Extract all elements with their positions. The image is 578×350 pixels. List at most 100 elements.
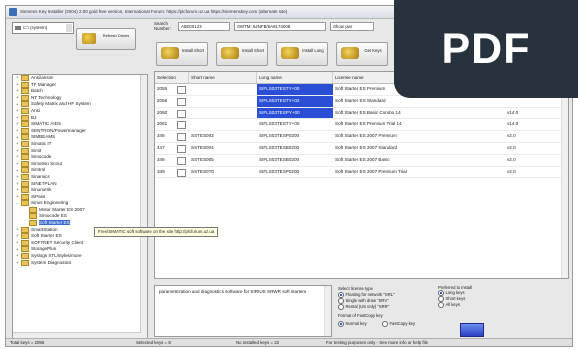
table-row[interactable]: 349 SSTES0T0 SIFLS03TESP0200 Soft Starter E… [155, 167, 568, 179]
radio-button[interactable] [338, 321, 344, 327]
format-option[interactable]: Normal key [338, 321, 367, 327]
format-option[interactable]: FastCopy key [382, 321, 415, 327]
status-selected: Selected keys = 8 [136, 340, 171, 345]
drive-value: C:\ (system) [23, 25, 48, 30]
cell-long: SIFLS03TESPY+00 [257, 107, 333, 119]
tree-item[interactable]: + Ansi/ansim [13, 75, 147, 82]
tree-item[interactable]: + SIMBEAMS [13, 134, 147, 141]
search-input-3[interactable]: Show pwr [330, 22, 374, 31]
row-checkbox[interactable] [177, 133, 186, 142]
column-header-selection[interactable]: Selection [155, 72, 189, 83]
cell-long: SIFLS03TESB0200 [259, 144, 300, 150]
column-header-long-name[interactable]: Long name [257, 72, 333, 83]
cell-long: SIFLS03TESTY+00 [257, 84, 333, 95]
tree-item[interactable]: Motor Starter ES 2007 [13, 206, 147, 214]
folder-icon [21, 107, 29, 114]
search-input-1[interactable]: A5E00123 [178, 22, 230, 31]
tree-item[interactable]: + Simtrol [13, 167, 147, 174]
tree-item-label: Syslogs STL/styles/more [31, 253, 82, 259]
tree-item[interactable]: + Simit [13, 147, 147, 155]
tree-item[interactable]: + Ansi [13, 107, 147, 115]
tree-item[interactable]: + Simocode [13, 154, 147, 161]
button-label: Install Long [302, 48, 324, 53]
install-short-button-2[interactable]: Install Short [216, 42, 268, 66]
drive-select[interactable]: C:\ (system) [12, 22, 74, 34]
radio-button[interactable] [382, 321, 388, 327]
tree-item-label: Batch [31, 88, 43, 94]
tree-item[interactable]: + SOFTNET Security Client [13, 239, 147, 247]
install-long-button[interactable]: Install Long [276, 42, 328, 66]
tree-item[interactable]: + Simatic IT [13, 140, 147, 148]
tree-item[interactable]: + SiPass [13, 193, 147, 201]
folder-icon [21, 114, 29, 121]
key-icon [82, 33, 96, 44]
tree-item-label: Soft Starter ES [31, 233, 62, 239]
preference-option[interactable]: All keys [438, 302, 498, 308]
column-header-short-name[interactable]: Short name [189, 72, 257, 83]
cell-selection: 2055 [157, 86, 168, 91]
siemens-logo-button[interactable] [460, 323, 484, 337]
table-row[interactable]: 346 SSTES003 SIFLS03TESP0200 Soft Starter E… [155, 131, 568, 143]
radio-button[interactable] [338, 304, 344, 310]
table-vertical-scrollbar[interactable] [561, 83, 568, 278]
tree-item[interactable]: Simocode ES [13, 213, 147, 220]
tree-item[interactable]: Soft Starter ES [13, 220, 147, 227]
tree-item-label: NT Technology [31, 95, 62, 100]
tree-item[interactable]: + Simotion Scout [13, 160, 147, 168]
row-checkbox[interactable] [177, 144, 186, 153]
description-scrollbar[interactable] [324, 286, 331, 336]
row-checkbox[interactable] [177, 168, 186, 177]
tree-item-label: Simocode [31, 154, 52, 160]
folder-icon [21, 167, 29, 174]
tree-item[interactable]: + SINETPLAN [13, 180, 147, 188]
tree-item[interactable]: + Batch [13, 88, 147, 95]
option-label: All keys [445, 302, 460, 308]
description-box: parametrization and diagnostics software… [154, 285, 332, 337]
tree-item[interactable]: + System Diagnostics [13, 259, 147, 267]
tree-item[interactable]: + SIMATIC AIDS [13, 121, 147, 128]
tree-item[interactable]: + Sinamics [13, 173, 147, 181]
chevron-down-icon[interactable] [66, 24, 72, 32]
cell-ver: v14.0 [507, 121, 519, 127]
cell-ver: v14.0 [507, 109, 519, 115]
table-row[interactable]: 2060 SIFLS03TESPY+00 Soft Starter ES Basic… [155, 107, 568, 120]
row-checkbox[interactable] [177, 86, 186, 94]
option-label: Long keys [445, 290, 465, 296]
search-input-2[interactable]: SWTM: 64NFB/5A8174008 [234, 22, 326, 31]
cell-license: Soft Starter ES Premium Trial 14 [335, 121, 402, 127]
refresh-button[interactable]: Refresh Drives [76, 28, 136, 50]
tree-item[interactable]: + Safety Matrix and HF System [13, 101, 147, 108]
tree-item[interactable]: + NT Technology [13, 94, 147, 102]
key-icon [281, 47, 299, 59]
drive-panel: C:\ (system) Refresh Drives [12, 22, 140, 74]
key-icon [221, 47, 239, 59]
tree-vertical-scrollbar[interactable] [140, 75, 147, 339]
tree-item[interactable]: + Syslogs STL/styles/more [13, 253, 147, 260]
table-row[interactable]: 447 SSTES004 SIFLS03TESB0200 Soft Starter E… [155, 143, 568, 155]
row-checkbox[interactable] [177, 109, 186, 118]
row-checkbox[interactable] [177, 121, 186, 130]
tree-item[interactable]: + SENTRON/Powermanager [13, 127, 147, 135]
tree-item-label: SiPass [31, 193, 46, 199]
pdf-badge: PDF [394, 0, 578, 98]
license-type-option[interactable]: Rental (US only) "SRR" [338, 304, 389, 310]
cell-ver: v2.0 [507, 168, 516, 174]
tree-item[interactable]: + TF Manager [13, 81, 147, 89]
format-label: Format of FastCopy key [338, 313, 383, 318]
keys-table: Selection Short name Long name License n… [154, 71, 569, 279]
tree-item-label: Simotion Scout [31, 160, 62, 166]
install-short-button-1[interactable]: Install Short [156, 42, 208, 66]
tree-item[interactable]: + Sinumerik [13, 187, 147, 194]
row-checkbox[interactable] [177, 97, 186, 106]
get-keys-button[interactable]: Get Keys [336, 42, 388, 66]
folder-icon [29, 220, 37, 227]
tree-item[interactable]: + BJ [13, 114, 147, 122]
status-installed: No installed keys = 22 [236, 340, 280, 345]
radio-button[interactable] [438, 302, 444, 308]
tree-item[interactable]: + StoragePlus [13, 246, 147, 253]
tree-item[interactable]: - Sirius Engineering [13, 200, 147, 207]
table-row[interactable]: 2061 SIFLS03TESTY+00 Soft Starter ES Premi… [155, 119, 568, 132]
table-row[interactable]: 348 SSTES005 SIFLS03TESB0200 Soft Starter E… [155, 155, 568, 167]
product-tree[interactable]: + Ansi/ansim + TF Manager + Batch + NT Technolo… [12, 74, 148, 340]
row-checkbox[interactable] [177, 156, 186, 165]
